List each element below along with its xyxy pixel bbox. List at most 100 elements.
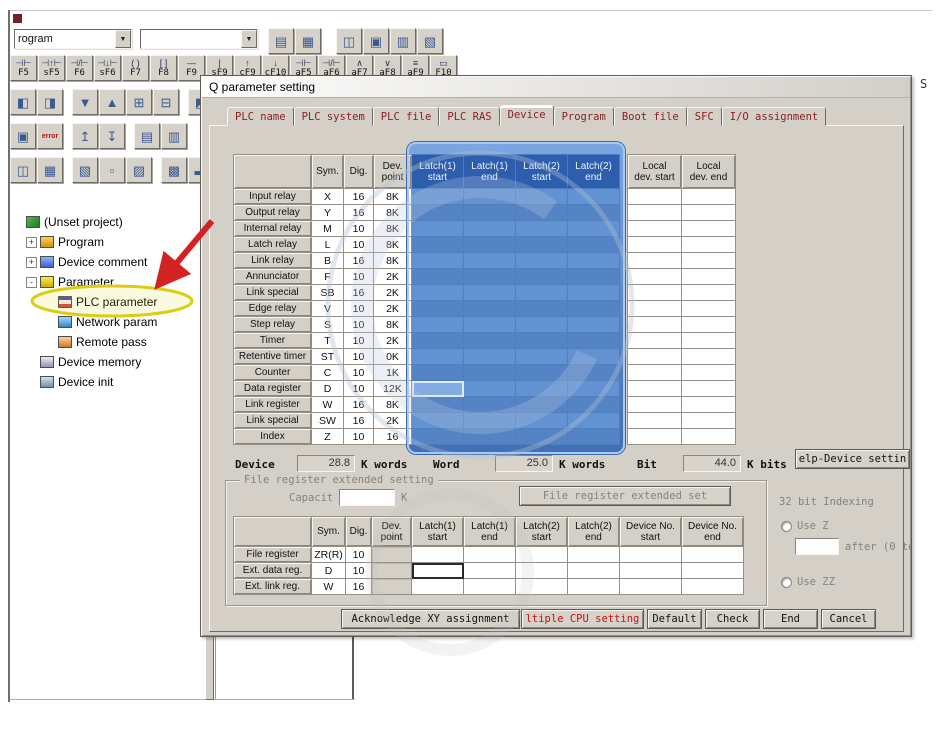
latch1-end-cell[interactable] — [464, 221, 516, 237]
dev-point-cell[interactable]: 8K — [374, 253, 412, 269]
local-dev-start-cell[interactable] — [628, 285, 682, 301]
tree-expander[interactable]: + — [26, 257, 37, 268]
local-dev-start-cell[interactable] — [628, 397, 682, 413]
toolbar-button[interactable]: ▣ — [10, 123, 36, 149]
sym-cell[interactable]: ST — [312, 349, 344, 365]
sym-cell[interactable]: SW — [312, 413, 344, 429]
sym-cell[interactable]: D — [312, 563, 346, 579]
tree-item[interactable]: PLC parameter — [10, 292, 205, 312]
dev-point-cell[interactable]: 2K — [374, 269, 412, 285]
latch2-start-cell[interactable] — [516, 397, 568, 413]
dev-point-cell[interactable]: 16 — [374, 429, 412, 445]
dialog-tab[interactable]: Device — [500, 105, 554, 126]
latch2-end-cell[interactable] — [568, 301, 620, 317]
ladder-symbol-button[interactable]: ⊣⊢ F5 — [10, 55, 37, 81]
dig-cell[interactable]: 16 — [344, 285, 374, 301]
help-device-setting-button[interactable]: elp-Device settin — [795, 449, 910, 469]
toolbar-button[interactable]: ⊞ — [126, 89, 152, 115]
sym-cell[interactable]: X — [312, 189, 344, 205]
latch1-start-cell[interactable] — [412, 237, 464, 253]
toolbar-button[interactable]: ▲ — [99, 89, 125, 115]
sym-cell[interactable]: Y — [312, 205, 344, 221]
toolbar-button[interactable]: ◫ — [10, 157, 36, 183]
local-dev-start-cell[interactable] — [628, 317, 682, 333]
acknowledge-xy-assignment-button[interactable]: Acknowledge XY assignment — [341, 609, 520, 629]
dig-cell[interactable]: 16 — [344, 413, 374, 429]
local-dev-end-cell[interactable] — [682, 253, 736, 269]
dig-cell[interactable]: 10 — [344, 333, 374, 349]
dialog-tab[interactable]: I/O assignment — [722, 107, 827, 126]
latch1-end-cell[interactable] — [464, 237, 516, 253]
dev-point-cell[interactable]: 0K — [374, 349, 412, 365]
device-no-start-cell[interactable] — [620, 563, 682, 579]
dev-point-cell[interactable]: 8K — [374, 189, 412, 205]
local-dev-end-cell[interactable] — [682, 189, 736, 205]
latch1-end-cell[interactable] — [464, 301, 516, 317]
toolbar-button[interactable]: ◫ — [336, 28, 362, 54]
device-no-end-cell[interactable] — [682, 579, 744, 595]
latch2-start-cell[interactable] — [516, 333, 568, 349]
latch1-end-cell[interactable] — [464, 381, 516, 397]
latch2-start-cell[interactable] — [516, 189, 568, 205]
latch2-start-cell[interactable] — [516, 547, 568, 563]
local-dev-start-cell[interactable] — [628, 221, 682, 237]
dialog-titlebar[interactable]: Q parameter setting — [202, 77, 910, 98]
latch1-start-cell[interactable] — [412, 317, 464, 333]
latch1-start-cell[interactable] — [412, 563, 464, 579]
latch1-end-cell[interactable] — [464, 333, 516, 349]
local-dev-end-cell[interactable] — [682, 381, 736, 397]
latch2-start-cell[interactable] — [516, 301, 568, 317]
toolbar-button[interactable]: ▫ — [99, 157, 125, 183]
dialog-tab[interactable]: Boot file — [614, 107, 687, 126]
tree-item[interactable]: Device memory — [10, 352, 205, 372]
ladder-symbol-button[interactable]: ⊣↓⊢ sF6 — [94, 55, 121, 81]
toolbar-button[interactable]: ▧ — [72, 157, 98, 183]
toolbar-button[interactable]: ▥ — [390, 28, 416, 54]
sym-cell[interactable]: ZR(R) — [312, 547, 346, 563]
dev-point-cell[interactable]: 2K — [374, 285, 412, 301]
use-z-radio[interactable]: Use Z — [781, 520, 829, 532]
dialog-tab[interactable]: SFC — [687, 107, 722, 126]
dev-point-cell[interactable]: 8K — [374, 237, 412, 253]
latch2-start-cell[interactable] — [516, 221, 568, 237]
latch1-start-cell[interactable] — [412, 189, 464, 205]
toolbar-button[interactable]: ▨ — [126, 157, 152, 183]
dig-cell[interactable]: 10 — [346, 547, 372, 563]
sym-cell[interactable]: D — [312, 381, 344, 397]
chevron-down-icon[interactable]: ▼ — [115, 30, 131, 48]
cancel-button[interactable]: Cancel — [821, 609, 876, 629]
program-combo[interactable]: rogram ▼ — [14, 29, 132, 49]
local-dev-end-cell[interactable] — [682, 413, 736, 429]
latch1-end-cell[interactable] — [464, 253, 516, 269]
local-dev-start-cell[interactable] — [628, 429, 682, 445]
latch2-start-cell[interactable] — [516, 317, 568, 333]
latch1-end-cell[interactable] — [464, 563, 516, 579]
ladder-symbol-button[interactable]: ⊣↑⊢ sF5 — [38, 55, 65, 81]
index-after-input[interactable] — [795, 538, 839, 555]
use-zz-radio[interactable]: Use ZZ — [781, 576, 835, 588]
dig-cell[interactable]: 10 — [344, 365, 374, 381]
tree-item[interactable]: Device init — [10, 372, 205, 392]
latch1-start-cell[interactable] — [412, 253, 464, 269]
local-dev-start-cell[interactable] — [628, 189, 682, 205]
latch2-end-cell[interactable] — [568, 365, 620, 381]
sym-cell[interactable]: B — [312, 253, 344, 269]
device-no-start-cell[interactable] — [620, 547, 682, 563]
secondary-combo[interactable]: ▼ — [140, 29, 258, 49]
local-dev-start-cell[interactable] — [628, 333, 682, 349]
latch2-end-cell[interactable] — [568, 547, 620, 563]
latch1-end-cell[interactable] — [464, 205, 516, 221]
sym-cell[interactable]: M — [312, 221, 344, 237]
latch2-start-cell[interactable] — [516, 285, 568, 301]
latch1-start-cell[interactable] — [412, 579, 464, 595]
local-dev-end-cell[interactable] — [682, 429, 736, 445]
latch2-start-cell[interactable] — [516, 365, 568, 381]
sym-cell[interactable]: Z — [312, 429, 344, 445]
dig-cell[interactable]: 16 — [344, 189, 374, 205]
local-dev-start-cell[interactable] — [628, 301, 682, 317]
tree-item[interactable]: - Parameter — [10, 272, 205, 292]
toolbar-button[interactable]: ▼ — [72, 89, 98, 115]
latch1-end-cell[interactable] — [464, 413, 516, 429]
dig-cell[interactable]: 10 — [344, 221, 374, 237]
toolbar-button[interactable]: ⊟ — [153, 89, 179, 115]
